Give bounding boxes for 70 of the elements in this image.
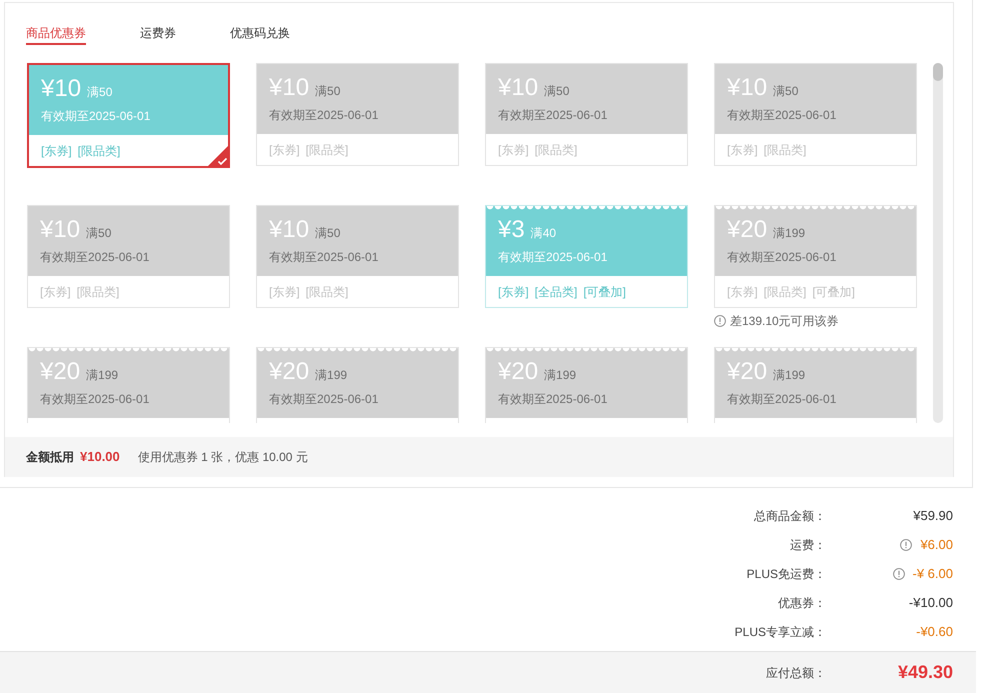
coupon-threshold: 满50 [544,83,570,100]
footer-summary: 使用优惠券 1 张，优惠 10.00 元 [138,449,308,466]
coupon-tag: [东券] [41,142,72,160]
coupon-tag: [限品类] [764,140,806,158]
coupon-tag: [限品类] [306,140,348,158]
summary-label: 运费： [789,536,826,554]
coupon-amount: ¥3 [498,216,525,244]
coupon-amount: ¥10 [41,75,82,103]
coupon-tab[interactable]: 商品优惠券 [26,23,86,45]
summary-label: PLUS专享立减： [734,624,826,640]
coupon-threshold: 满199 [773,367,806,384]
coupon-tag: [东券] [40,282,71,300]
summary-label: 优惠券： [777,594,826,612]
coupon-tag: [可叠加] [583,282,626,300]
info-icon [900,538,912,550]
coupon-tag: [限品类] [534,140,578,158]
total-label: 应付总额： [765,664,826,682]
coupon-expiry: 有效期至2025-06-01 [40,391,150,408]
summary-label: PLUS免运费： [746,566,826,582]
coupon-tag: [东券] [269,140,300,158]
coupon-tag: [东券] [269,282,300,300]
coupon-tag: [东券] [498,140,529,158]
coupon-expiry: 有效期至2025-06-01 [498,249,608,266]
coupon-expiry: 有效期至2025-06-01 [40,249,150,266]
coupon-threshold: 满199 [773,225,806,242]
coupon-expiry: 有效期至2025-06-01 [269,249,380,266]
scrollbar-thumb[interactable] [933,63,943,81]
coupon-expiry: 有效期至2025-06-01 [41,108,152,125]
coupon-tag: [限品类] [76,282,120,300]
coupon-expiry: 有效期至2025-06-01 [269,391,380,408]
info-icon [714,315,726,327]
coupon-tag: [限品类] [764,282,806,300]
coupon-expiry: 有效期至2025-06-01 [269,107,380,124]
coupon-threshold: 满50 [87,84,112,101]
coupon-tag: [限品类] [78,142,120,160]
summary-label: 总商品金额： [753,508,826,524]
coupon-threshold: 满50 [315,225,340,242]
coupon-tab[interactable]: 运费券 [140,23,176,45]
coupon-tag: [东券] [498,282,529,300]
coupon-threshold: 满50 [315,83,340,100]
coupon-expiry: 有效期至2025-06-01 [498,107,608,124]
coupon-tag: [全品类] [534,282,578,300]
coupon-expiry: 有效期至2025-06-01 [727,249,838,266]
coupon-tag: [可叠加] [812,282,856,300]
info-icon [892,568,905,580]
summary-value: ¥59.90 [913,506,953,525]
coupon-tag: [东券] [727,282,758,300]
coupon-threshold: 满50 [86,225,112,242]
coupon-note: 差139.10元可用该券 [730,313,839,330]
summary-value: -¥0.60 [916,622,953,641]
coupon-card[interactable]: ¥10 满50 有效期至2025-06-01 [东券] [限品类] [27,63,230,168]
coupon-threshold: 满50 [773,83,798,100]
coupon-threshold: 满199 [544,367,576,384]
footer-label: 金额抵用 [26,449,74,466]
coupon-tag: [限品类] [306,282,348,300]
scrollbar[interactable] [933,63,943,423]
summary-value: -¥10.00 [908,594,953,612]
coupon-tab[interactable]: 优惠码兑换 [230,23,290,45]
coupon-threshold: 满199 [315,367,348,384]
summary-value: -¥ 6.00 [912,564,953,583]
summary-value: ¥6.00 [920,536,953,554]
coupon-card[interactable]: ¥3 满40 有效期至2025-06-01 [东券] [全品类] [可叠加] [485,205,688,308]
coupon-expiry: 有效期至2025-06-01 [727,107,838,124]
coupon-expiry: 有效期至2025-06-01 [498,391,608,408]
coupon-expiry: 有效期至2025-06-01 [727,391,838,408]
total-value: ¥49.30 [896,661,953,684]
coupon-threshold: 满40 [530,225,556,242]
coupon-threshold: 满199 [86,367,118,384]
coupon-tag: [东券] [727,140,758,158]
footer-amount: ¥10.00 [80,448,120,466]
